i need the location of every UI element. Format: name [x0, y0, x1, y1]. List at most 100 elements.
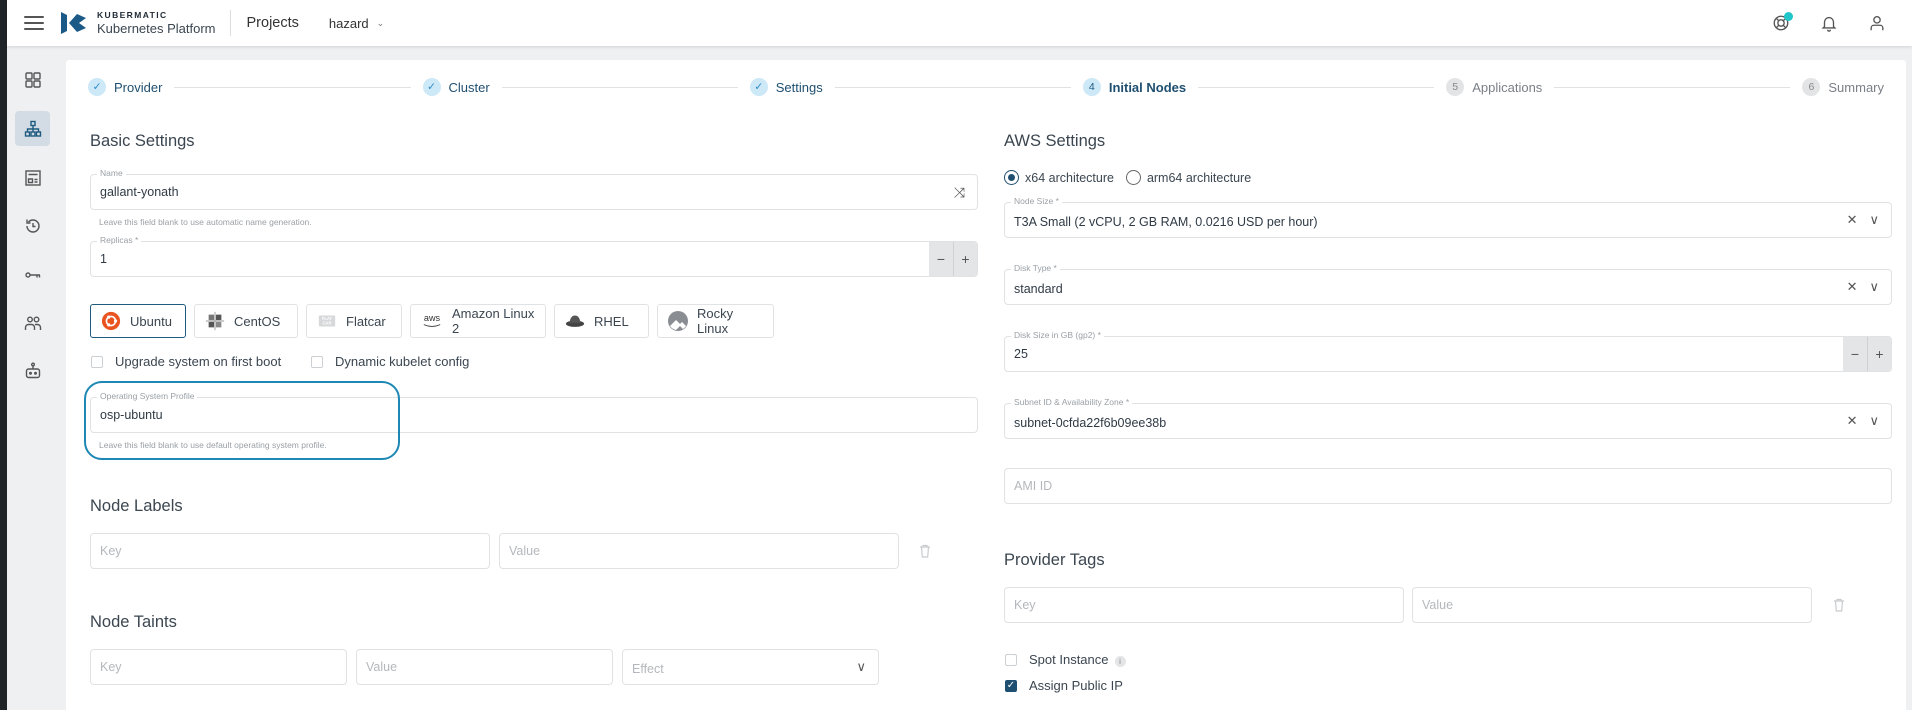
notifications-icon[interactable] — [1818, 12, 1840, 34]
step-provider[interactable]: ✓ Provider — [88, 78, 162, 96]
sidebar-item-clusters[interactable] — [15, 111, 50, 146]
step-summary[interactable]: 6 Summary — [1802, 78, 1884, 96]
clear-icon[interactable]: ✕ — [1847, 213, 1858, 227]
dynamic-kubelet-checkbox[interactable]: Dynamic kubelet config — [311, 354, 469, 369]
os-option-ubuntu[interactable]: Ubuntu — [90, 304, 186, 338]
projects-link[interactable]: Projects — [247, 15, 299, 31]
osp-field[interactable]: Operating System Profile — [90, 390, 978, 433]
taint-effect-select[interactable]: Effect ∨ — [622, 649, 879, 685]
subnet-value: subnet-0cfda22f6b09ee38b — [1014, 416, 1167, 430]
os-option-label: CentOS — [234, 313, 281, 329]
disk-size-field[interactable]: Disk Size in GB (gp2) * − + — [1004, 329, 1892, 372]
info-icon[interactable]: i — [1114, 656, 1126, 667]
sidebar-item-members[interactable] — [15, 305, 50, 340]
step-connector — [501, 86, 738, 88]
clear-icon[interactable]: ✕ — [1847, 414, 1858, 428]
step-number: 6 — [1802, 78, 1821, 96]
disk-size-input[interactable] — [1005, 337, 1841, 371]
chevron-down-icon[interactable]: ∨ — [1869, 213, 1879, 227]
disk-type-select[interactable]: Disk Type * standard ✕ ∨ — [1004, 262, 1892, 305]
sidebar-item-overview[interactable] — [15, 62, 50, 97]
provider-tag-value-field[interactable] — [1412, 587, 1812, 623]
osp-hint: Leave this field blank to use default op… — [99, 440, 327, 450]
checkbox-box[interactable] — [1005, 653, 1017, 666]
replicas-input[interactable] — [91, 242, 927, 276]
taint-key-field[interactable] — [90, 649, 347, 685]
os-option-label: RHEL — [594, 313, 629, 329]
os-option-centos[interactable]: CentOS — [194, 304, 298, 338]
os-option-amazon-linux-2[interactable]: aws Amazon Linux 2 — [410, 304, 546, 338]
spot-instance-checkbox[interactable]: Spot Instance i — [1005, 652, 1126, 667]
sidebar-item-service-accounts[interactable] — [15, 353, 50, 388]
decrement-button[interactable]: − — [929, 242, 953, 276]
radio-arm64[interactable]: arm64 architecture — [1125, 170, 1251, 185]
step-number: 5 — [1446, 78, 1465, 96]
os-option-flatcar[interactable]: FLAT CAR Flatcar — [306, 304, 402, 338]
subnet-select[interactable]: Subnet ID & Availability Zone * subnet-0… — [1004, 396, 1892, 439]
header-divider — [229, 10, 231, 36]
provider-tags-title: Provider Tags — [1004, 551, 1105, 569]
sidebar-item-backups[interactable] — [15, 208, 50, 243]
wizard-stepper: ✓ Provider ✓ Cluster ✓ Settings 4 Initia… — [88, 77, 1884, 97]
taint-key-input[interactable] — [91, 650, 346, 684]
osp-input[interactable] — [91, 398, 977, 432]
os-option-rocky-linux[interactable]: Rocky Linux — [657, 304, 774, 338]
account-icon[interactable] — [1866, 12, 1888, 34]
taint-value-input[interactable] — [357, 650, 612, 684]
provider-tag-key-field[interactable] — [1004, 587, 1404, 623]
upgrade-on-boot-checkbox[interactable]: Upgrade system on first boot — [91, 354, 281, 369]
menu-icon[interactable] — [24, 16, 44, 30]
step-label: Settings — [775, 79, 823, 95]
name-input[interactable] — [91, 175, 977, 209]
step-initial-nodes[interactable]: 4 Initial Nodes — [1082, 78, 1186, 96]
chevron-down-icon: ∨ — [856, 659, 866, 674]
radio-button[interactable] — [1004, 170, 1019, 185]
sidebar-item-cluster-templates[interactable] — [15, 160, 50, 195]
decrement-button[interactable]: − — [1843, 337, 1867, 371]
radio-x64[interactable]: x64 architecture — [1004, 170, 1114, 185]
delete-label-icon[interactable] — [919, 544, 931, 563]
chevron-down-icon[interactable]: ∨ — [1869, 280, 1879, 294]
ami-id-field[interactable] — [1004, 468, 1892, 504]
node-label-key-input[interactable] — [91, 534, 489, 568]
shuffle-icon[interactable]: ⤨ — [954, 184, 965, 201]
help-center-icon[interactable] — [1770, 12, 1793, 34]
ami-id-input[interactable] — [1005, 469, 1891, 503]
increment-button[interactable]: + — [953, 242, 977, 276]
project-selector[interactable]: hazard ⌄ — [329, 16, 384, 31]
node-size-select[interactable]: Node Size * T3A Small (2 vCPU, 2 GB RAM,… — [1004, 195, 1892, 238]
effect-placeholder: Effect — [632, 662, 664, 676]
clear-icon[interactable]: ✕ — [1847, 280, 1858, 294]
replicas-field[interactable]: Replicas * − + — [90, 234, 978, 277]
step-applications[interactable]: 5 Applications — [1446, 78, 1542, 96]
step-settings[interactable]: ✓ Settings — [749, 78, 823, 96]
os-option-rhel[interactable]: RHEL — [554, 304, 649, 338]
aws-settings-title: AWS Settings — [1004, 132, 1106, 150]
rocky-linux-icon — [667, 310, 689, 332]
os-option-label: Ubuntu — [130, 313, 172, 329]
logo[interactable]: KUBERMATIC Kubernetes Platform — [59, 10, 216, 36]
members-icon — [24, 316, 41, 330]
radio-button[interactable] — [1125, 170, 1141, 185]
svg-text:CAR: CAR — [323, 321, 332, 326]
os-option-label: Rocky Linux — [697, 306, 734, 336]
node-label-value-field[interactable] — [499, 533, 899, 569]
assign-public-ip-checkbox[interactable]: ✓ Assign Public IP — [1005, 678, 1123, 693]
project-name: hazard — [328, 15, 369, 31]
checkbox-box-checked[interactable]: ✓ — [1005, 679, 1017, 692]
step-cluster[interactable]: ✓ Cluster — [422, 78, 490, 96]
sidebar-item-ssh-keys[interactable] — [15, 257, 50, 292]
os-option-label: Amazon Linux 2 — [452, 306, 535, 336]
checkbox-box[interactable] — [91, 355, 103, 368]
increment-button[interactable]: + — [1867, 337, 1891, 371]
kubermatic-logo-icon — [61, 12, 86, 34]
delete-tag-icon[interactable] — [1833, 598, 1845, 617]
node-label-key-field[interactable] — [90, 533, 490, 569]
provider-tag-value-input[interactable] — [1413, 588, 1811, 622]
checkbox-box[interactable] — [311, 355, 323, 368]
chevron-down-icon[interactable]: ∨ — [1869, 414, 1879, 428]
taint-value-field[interactable] — [356, 649, 613, 685]
provider-tag-key-input[interactable] — [1005, 588, 1403, 622]
node-label-value-input[interactable] — [500, 534, 898, 568]
name-field[interactable]: Name ⤨ — [90, 167, 978, 210]
